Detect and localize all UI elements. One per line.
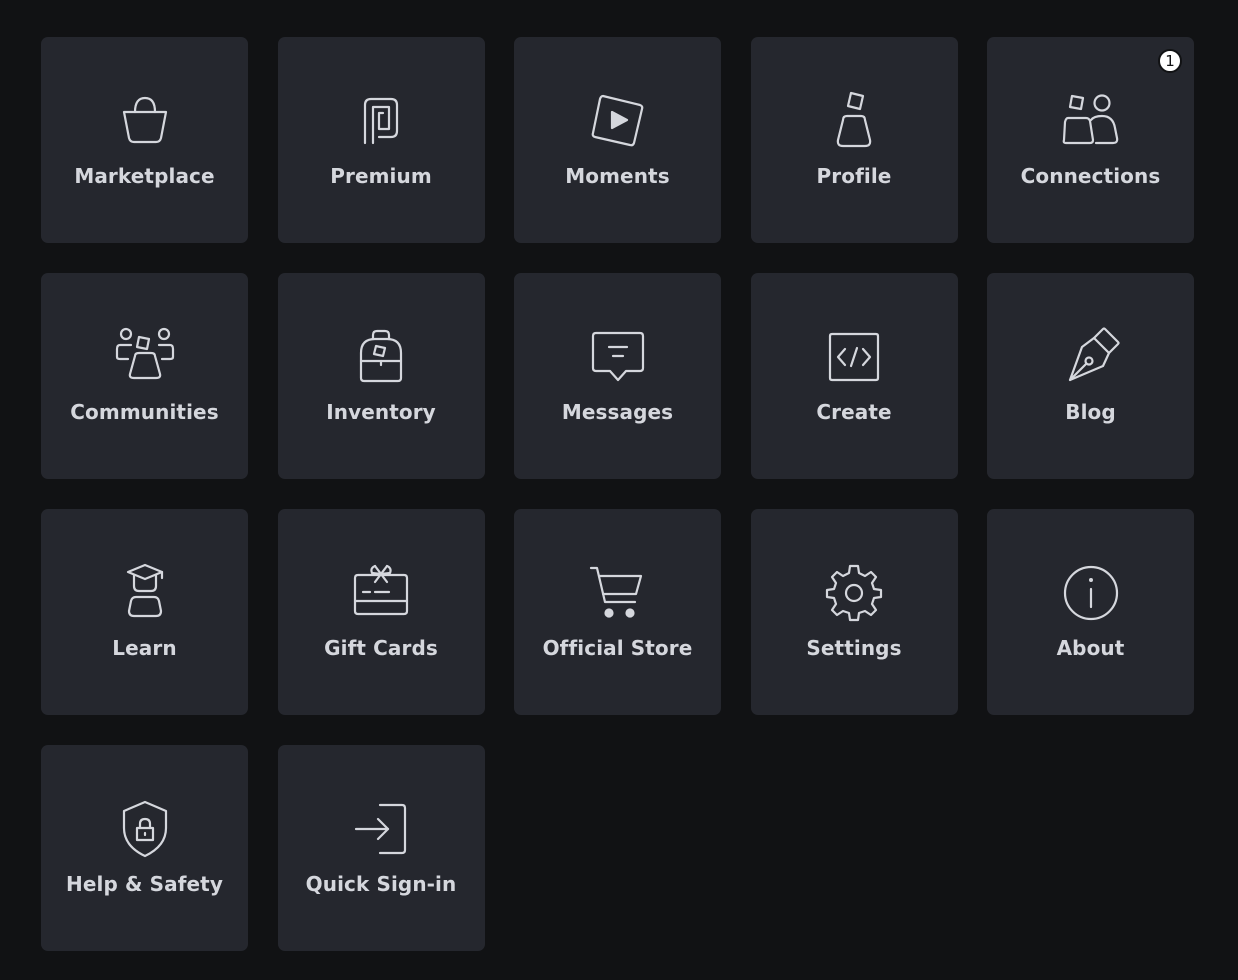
tile-create[interactable]: Create <box>750 273 958 479</box>
tile-label: Official Store <box>542 636 693 660</box>
tile-gift-cards[interactable]: Gift Cards <box>277 509 485 715</box>
tile-learn[interactable]: Learn <box>41 509 248 715</box>
tile-label: Help & Safety <box>66 872 223 896</box>
play-icon <box>587 90 649 152</box>
tile-blog[interactable]: Blog <box>987 273 1194 479</box>
tile-label: Communities <box>70 400 219 424</box>
message-icon <box>587 326 649 388</box>
info-icon <box>1060 562 1122 624</box>
tile-label: Premium <box>330 164 432 188</box>
tile-label: Create <box>816 400 892 424</box>
tile-label: Gift Cards <box>324 636 438 660</box>
tile-label: Learn <box>112 636 177 660</box>
tile-label: Connections <box>1020 164 1161 188</box>
sign-in-icon <box>350 798 412 860</box>
avatar-icon <box>823 90 885 152</box>
tile-inventory[interactable]: Inventory <box>277 273 485 479</box>
tile-label: Inventory <box>326 400 436 424</box>
tile-messages[interactable]: Messages <box>514 273 721 479</box>
notification-badge: 1 <box>1158 49 1182 73</box>
tile-marketplace[interactable]: Marketplace <box>41 37 248 243</box>
group-icon <box>114 326 176 388</box>
tile-label: Quick Sign-in <box>305 872 457 896</box>
tile-label: Profile <box>816 164 892 188</box>
connections-icon <box>1060 90 1122 152</box>
premium-icon <box>350 90 412 152</box>
tile-communities[interactable]: Communities <box>41 273 248 479</box>
tile-label: Marketplace <box>74 164 215 188</box>
tile-label: Settings <box>806 636 902 660</box>
gift-card-icon <box>350 562 412 624</box>
backpack-icon <box>350 326 412 388</box>
menu-grid: Marketplace Premium Moments Profile 1 Co… <box>41 37 1194 951</box>
shield-lock-icon <box>114 798 176 860</box>
tile-about[interactable]: About <box>987 509 1194 715</box>
tile-label: Messages <box>561 400 674 424</box>
code-icon <box>823 326 885 388</box>
tile-premium[interactable]: Premium <box>277 37 485 243</box>
graduate-icon <box>114 562 176 624</box>
tile-connections[interactable]: 1 Connections <box>987 37 1194 243</box>
tile-settings[interactable]: Settings <box>750 509 958 715</box>
tile-label: Blog <box>1065 400 1116 424</box>
tile-help-safety[interactable]: Help & Safety <box>41 745 248 951</box>
tile-official-store[interactable]: Official Store <box>514 509 721 715</box>
gear-icon <box>823 562 885 624</box>
tile-profile[interactable]: Profile <box>750 37 958 243</box>
tile-quick-sign-in[interactable]: Quick Sign-in <box>277 745 485 951</box>
tile-label: Moments <box>565 164 670 188</box>
tile-label: About <box>1056 636 1125 660</box>
pen-icon <box>1060 326 1122 388</box>
tile-moments[interactable]: Moments <box>514 37 721 243</box>
shopping-bag-icon <box>114 90 176 152</box>
cart-icon <box>587 562 649 624</box>
